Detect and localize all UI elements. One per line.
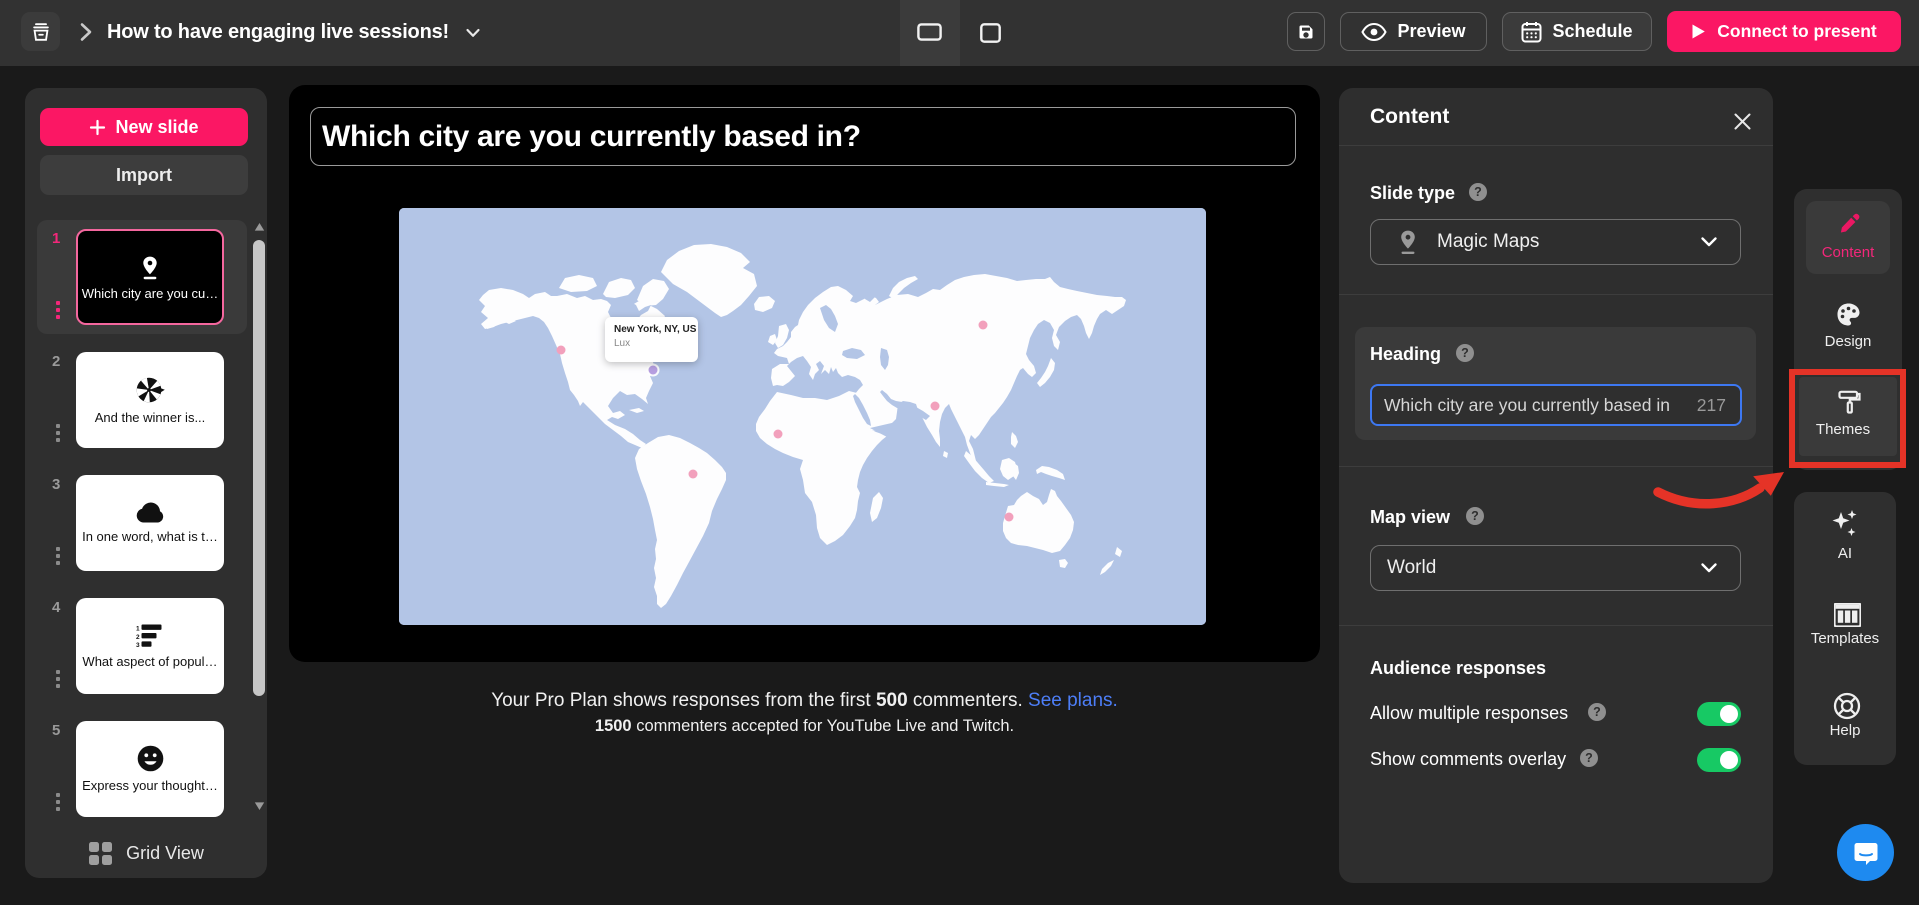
svg-text:3: 3 — [136, 642, 140, 648]
svg-text:1: 1 — [136, 625, 140, 632]
svg-text:2: 2 — [136, 633, 140, 640]
